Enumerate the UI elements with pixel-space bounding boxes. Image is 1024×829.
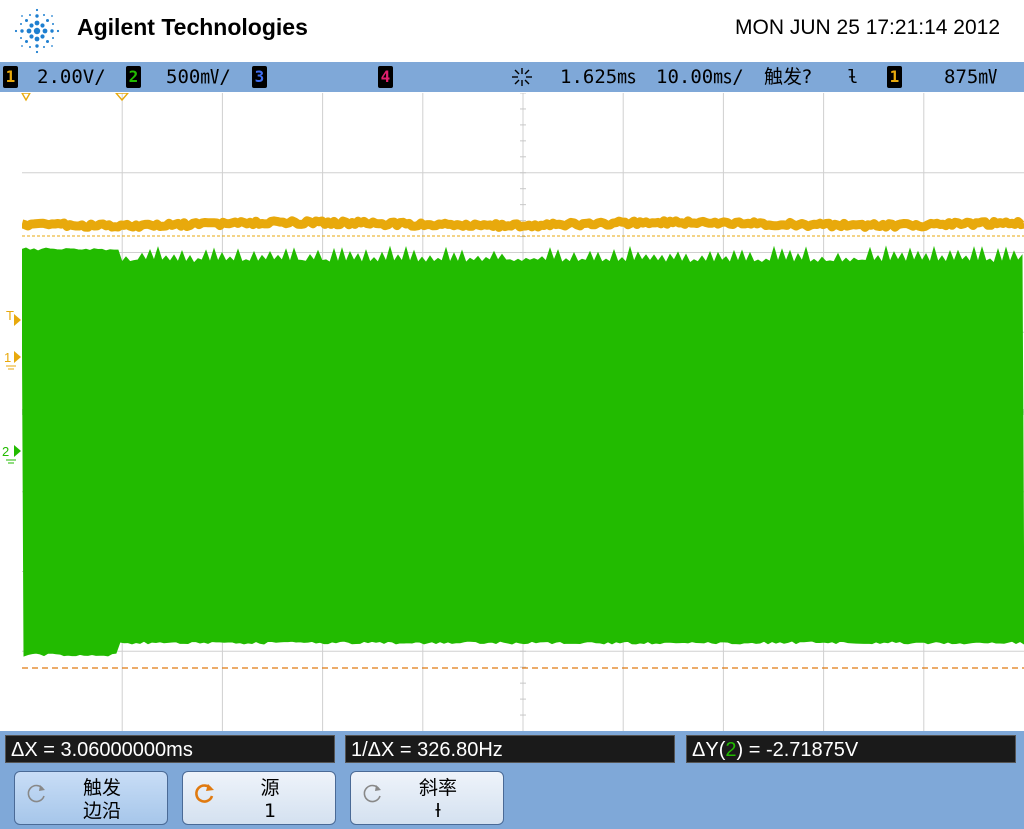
delay-markers bbox=[14, 93, 134, 105]
ch4-badge[interactable]: 4 bbox=[378, 66, 393, 88]
waveform-graticule bbox=[22, 93, 1024, 731]
softkey-menu: 触发 边沿 源 1 斜率 ƚ bbox=[0, 767, 1024, 829]
ch1-ground-marker: 1 bbox=[4, 350, 11, 365]
acquisition-run-icon bbox=[510, 67, 534, 87]
channel-markers: T 1 2 bbox=[0, 300, 22, 480]
header: Agilent Technologies MON JUN 25 17:21:14… bbox=[0, 0, 1024, 62]
measurement-bar: ΔX = 3.06000000ms 1/ΔX = 326.80Hz ΔY(2) … bbox=[0, 731, 1024, 767]
waveform-display[interactable] bbox=[22, 93, 1024, 731]
softkey-trigger-slope-title: 斜率 bbox=[381, 776, 495, 800]
softkey-trigger-mode[interactable]: 触发 边沿 bbox=[14, 771, 168, 825]
trigger-level-marker: T bbox=[6, 308, 14, 323]
ch1-scale[interactable]: 2.00V/ bbox=[37, 65, 106, 89]
delta-y-prefix: ΔY( bbox=[692, 739, 725, 761]
ch1-badge[interactable]: 1 bbox=[3, 66, 18, 88]
delta-y-value: ) = -2.71875V bbox=[736, 739, 858, 761]
softkey-trigger-source-title: 源 bbox=[213, 776, 327, 800]
timebase-scale[interactable]: 10.00㎳/ bbox=[656, 65, 744, 89]
ch2-ground-marker: 2 bbox=[2, 444, 9, 459]
softkey-trigger-source[interactable]: 源 1 bbox=[182, 771, 336, 825]
ch2-scale[interactable]: 500㎷/ bbox=[166, 65, 231, 89]
brand-name: Agilent Technologies bbox=[77, 14, 308, 41]
ch2-waveform bbox=[22, 247, 1024, 656]
date-time: MON JUN 25 17:21:14 2012 bbox=[735, 16, 1000, 40]
delta-x-readout: ΔX = 3.06000000ms bbox=[5, 735, 335, 763]
trigger-source-badge[interactable]: 1 bbox=[887, 66, 902, 88]
softkey-trigger-source-value: 1 bbox=[213, 799, 327, 823]
trigger-level[interactable]: 875㎷ bbox=[944, 65, 997, 89]
ch2-badge[interactable]: 2 bbox=[126, 66, 141, 88]
ch3-badge[interactable]: 3 bbox=[252, 66, 267, 88]
trigger-status: 触发? bbox=[764, 65, 812, 89]
softkey-trigger-slope[interactable]: 斜率 ƚ bbox=[350, 771, 504, 825]
agilent-logo-icon bbox=[12, 6, 62, 56]
delta-y-readout: ΔY(2) = -2.71875V bbox=[686, 735, 1016, 763]
inverse-delta-x-readout: 1/ΔX = 326.80Hz bbox=[345, 735, 675, 763]
delta-y-channel: 2 bbox=[725, 739, 736, 761]
softkey-trigger-mode-value: 边沿 bbox=[45, 799, 159, 823]
horizontal-delay[interactable]: 1.625㎳ bbox=[560, 65, 636, 89]
softkey-trigger-slope-value: ƚ bbox=[381, 799, 495, 823]
ch1-waveform bbox=[22, 221, 1024, 228]
trigger-slope-symbol: ƚ bbox=[847, 65, 858, 89]
softkey-trigger-mode-title: 触发 bbox=[45, 776, 159, 800]
status-bar: 1 2.00V/ 2 500㎷/ 3 4 1.625㎳ 10.00㎳/ 触发? … bbox=[0, 62, 1024, 92]
